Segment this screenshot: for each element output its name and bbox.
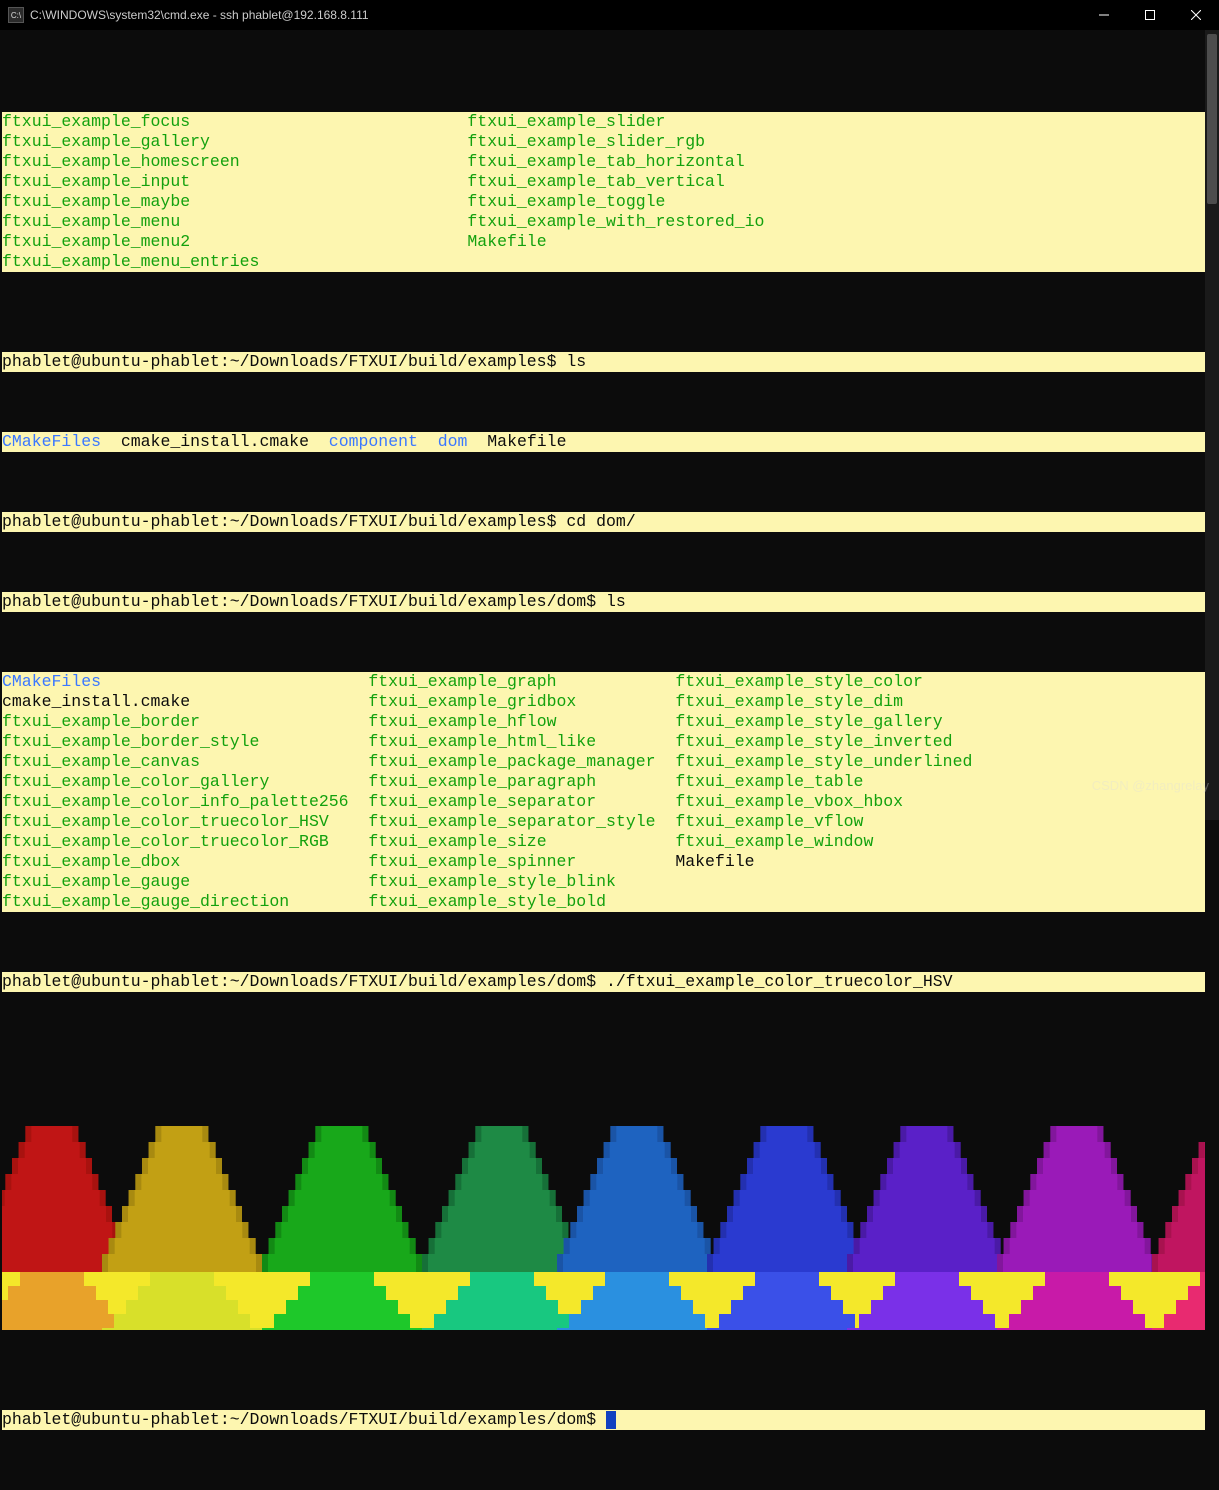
- scrollbar-thumb[interactable]: [1207, 34, 1217, 204]
- terminal-cursor: [606, 1411, 616, 1429]
- listing-row: ftxui_example_input ftxui_example_tab_ve…: [2, 172, 1205, 192]
- scrollbar-vertical[interactable]: [1205, 30, 1219, 820]
- listing-row: ftxui_example_border_style ftxui_example…: [2, 732, 1205, 752]
- prompt-line-current[interactable]: phablet@ubuntu-phablet:~/Downloads/FTXUI…: [2, 1410, 1205, 1430]
- hsv-color-demo: [2, 1072, 1205, 1330]
- listing-row: ftxui_example_homescreen ftxui_example_t…: [2, 152, 1205, 172]
- listing-row: ftxui_example_color_truecolor_RGB ftxui_…: [2, 832, 1205, 852]
- close-button[interactable]: [1173, 0, 1219, 30]
- listing-row: ftxui_example_menu_entries: [2, 252, 1205, 272]
- listing-row: ftxui_example_color_info_palette256 ftxu…: [2, 792, 1205, 812]
- window-title: C:\WINDOWS\system32\cmd.exe - ssh phable…: [30, 8, 369, 22]
- prompt-line: phablet@ubuntu-phablet:~/Downloads/FTXUI…: [2, 972, 1205, 992]
- prompt-line: phablet@ubuntu-phablet:~/Downloads/FTXUI…: [2, 512, 1205, 532]
- ls-output-line: CMakeFiles cmake_install.cmake component…: [2, 432, 1205, 452]
- listing-row: cmake_install.cmake ftxui_example_gridbo…: [2, 692, 1205, 712]
- terminal-content: ftxui_example_focus ftxui_example_slider…: [0, 30, 1205, 1490]
- listing-row: ftxui_example_canvas ftxui_example_packa…: [2, 752, 1205, 772]
- listing-row: ftxui_example_dbox ftxui_example_spinner…: [2, 852, 1205, 872]
- listing-row: ftxui_example_focus ftxui_example_slider: [2, 112, 1205, 132]
- listing-row: ftxui_example_gauge ftxui_example_style_…: [2, 872, 1205, 892]
- maximize-button[interactable]: [1127, 0, 1173, 30]
- listing-row: ftxui_example_gallery ftxui_example_slid…: [2, 132, 1205, 152]
- window-titlebar: C:\ C:\WINDOWS\system32\cmd.exe - ssh ph…: [0, 0, 1219, 30]
- minimize-button[interactable]: [1081, 0, 1127, 30]
- terminal-viewport[interactable]: ftxui_example_focus ftxui_example_slider…: [0, 30, 1219, 820]
- listing-row: ftxui_example_maybe ftxui_example_toggle: [2, 192, 1205, 212]
- cmd-icon: C:\: [8, 7, 24, 23]
- prompt-line: phablet@ubuntu-phablet:~/Downloads/FTXUI…: [2, 352, 1205, 372]
- listing-row: ftxui_example_color_truecolor_HSV ftxui_…: [2, 812, 1205, 832]
- listing-row: ftxui_example_gauge_direction ftxui_exam…: [2, 892, 1205, 912]
- prompt-line: phablet@ubuntu-phablet:~/Downloads/FTXUI…: [2, 592, 1205, 612]
- listing-row: ftxui_example_menu2 Makefile: [2, 232, 1205, 252]
- listing-row: ftxui_example_color_gallery ftxui_exampl…: [2, 772, 1205, 792]
- listing-row: CMakeFiles ftxui_example_graph ftxui_exa…: [2, 672, 1205, 692]
- listing-row: ftxui_example_menu ftxui_example_with_re…: [2, 212, 1205, 232]
- listing-row: ftxui_example_border ftxui_example_hflow…: [2, 712, 1205, 732]
